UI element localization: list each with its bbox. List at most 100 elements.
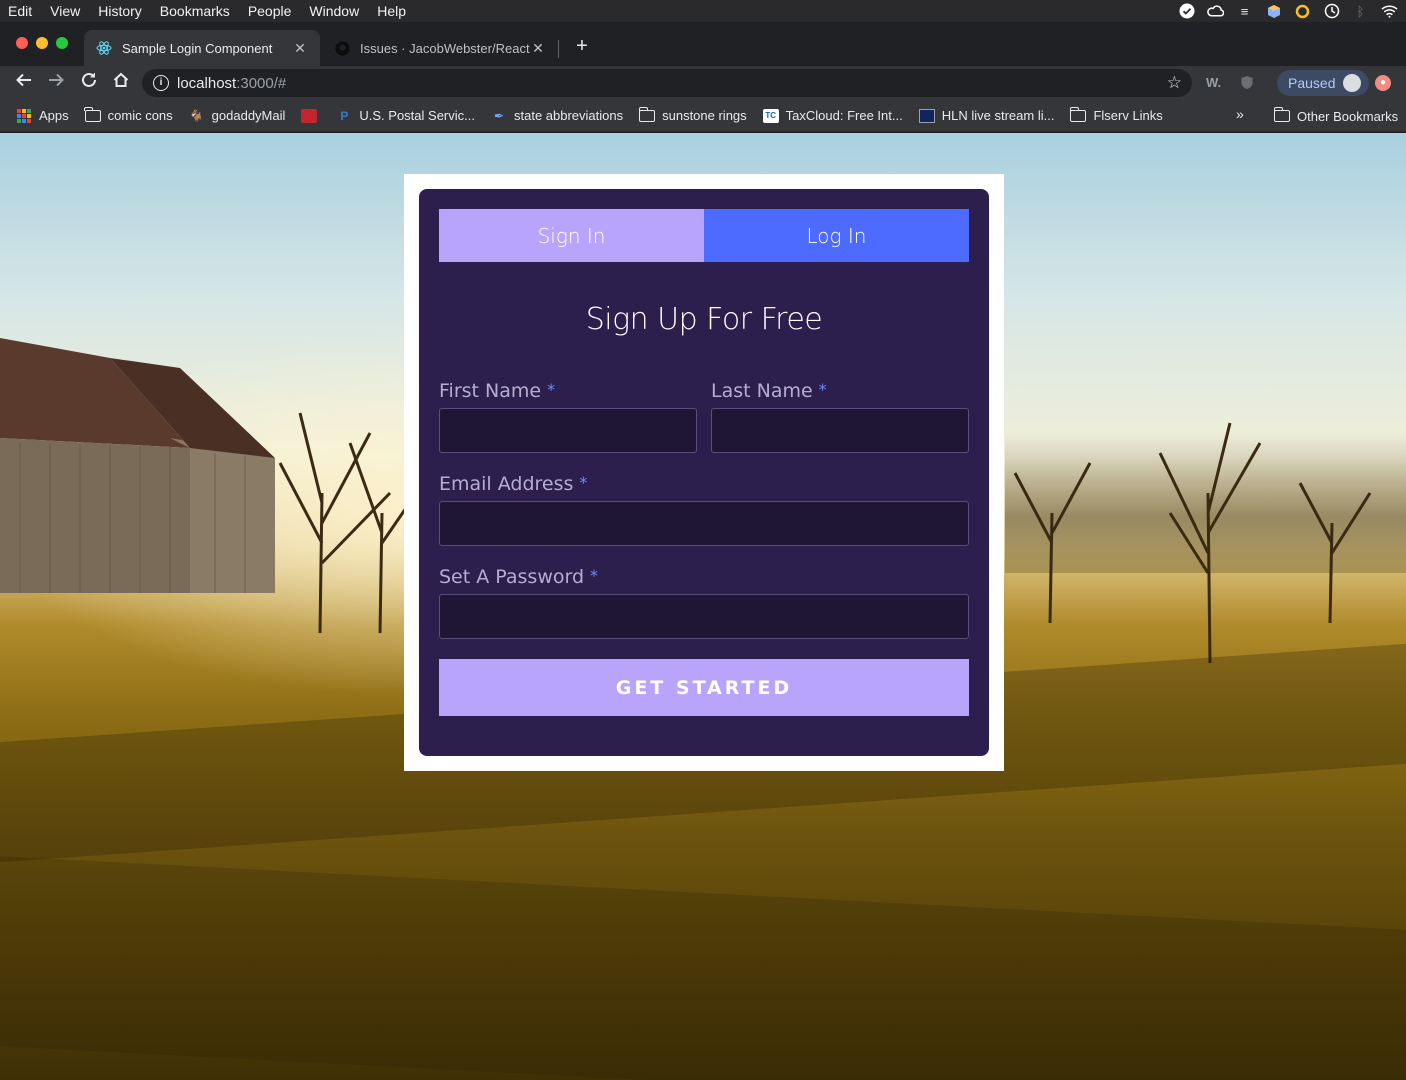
bookmark-label: HLN live stream li... — [941, 108, 1055, 123]
bookmark-taxcloud[interactable]: TC TaxCloud: Free Int... — [755, 102, 911, 130]
taxcloud-icon: TC — [762, 108, 779, 123]
home-icon[interactable] — [109, 71, 133, 95]
login-card-frame: Sign In Log In Sign Up For Free First Na… — [404, 174, 1004, 771]
password-label-text: Set A Password — [439, 566, 585, 588]
background-barn — [0, 338, 275, 593]
bookmark-hln-live-stream[interactable]: HLN live stream li... — [911, 102, 1063, 130]
box-icon[interactable] — [1265, 3, 1282, 20]
email-label-text: Email Address — [439, 473, 574, 495]
folder-icon — [1069, 106, 1087, 123]
background-shadow — [0, 856, 1406, 1080]
required-mark: * — [818, 380, 827, 399]
required-mark: * — [590, 566, 599, 585]
password-label: Set A Password * — [439, 566, 598, 588]
url-host: localhost — [177, 74, 237, 92]
github-icon — [334, 40, 350, 56]
wikiwand-extension-icon[interactable]: W. — [1206, 75, 1221, 90]
first-name-label-text: First Name — [439, 380, 542, 402]
bookmarks-bar: Apps comic cons 🐐 godaddyMail P U.S. Pos… — [0, 100, 1406, 132]
zoom-window-button[interactable] — [56, 37, 68, 49]
creative-cloud-icon[interactable] — [1207, 3, 1224, 20]
minimize-window-button[interactable] — [36, 37, 48, 49]
wifi-icon[interactable] — [1381, 3, 1398, 20]
password-input[interactable] — [439, 594, 969, 639]
get-started-button[interactable]: GET STARTED — [439, 659, 969, 716]
email-label: Email Address * — [439, 473, 587, 495]
menu-people[interactable]: People — [239, 0, 301, 22]
reload-icon[interactable] — [77, 71, 101, 95]
first-name-input[interactable] — [439, 408, 697, 453]
menu-bookmarks[interactable]: Bookmarks — [151, 0, 239, 22]
tab-log-in[interactable]: Log In — [704, 209, 969, 262]
browser-toolbar: i localhost:3000/# ☆ W. Paused ● — [0, 66, 1406, 100]
last-name-input[interactable] — [711, 408, 969, 453]
bookmark-usps[interactable] — [293, 102, 328, 130]
bookmark-other-bookmarks[interactable]: Other Bookmarks — [1266, 100, 1406, 132]
bookmarks-overflow-button[interactable]: » — [1236, 106, 1244, 122]
last-name-label-text: Last Name — [711, 380, 813, 402]
bookmark-label: Flserv Links — [1093, 108, 1163, 123]
checkmark-icon[interactable] — [1178, 3, 1195, 20]
menubar-tray: ≡ ᛒ — [1178, 0, 1398, 22]
background-trees-right — [1013, 422, 1372, 664]
paused-label: Paused — [1288, 75, 1336, 91]
folder-icon — [1273, 107, 1290, 123]
back-icon[interactable] — [12, 71, 36, 95]
page-viewport: Sign In Log In Sign Up For Free First Na… — [0, 133, 1406, 1080]
email-input[interactable] — [439, 501, 969, 546]
apps-grid-icon — [16, 108, 32, 123]
menu-window[interactable]: Window — [300, 0, 368, 22]
info-icon[interactable]: i — [153, 75, 169, 91]
folder-icon — [638, 106, 656, 123]
hln-icon — [918, 108, 935, 123]
close-window-button[interactable] — [16, 37, 28, 49]
form-title: Sign Up For Free — [585, 302, 823, 337]
bookmark-us-postal-service[interactable]: P U.S. Postal Servic... — [328, 102, 483, 130]
shield-extension-icon[interactable] — [1240, 75, 1254, 93]
avatar — [1343, 74, 1361, 92]
bookmark-state-abbreviations[interactable]: ✒ state abbreviations — [483, 102, 631, 130]
new-tab-button[interactable]: + — [572, 36, 592, 56]
bookmark-label: Other Bookmarks — [1297, 108, 1399, 124]
menu-view[interactable]: View — [41, 0, 89, 22]
stack-icon[interactable]: ≡ — [1236, 3, 1253, 20]
address-bar[interactable]: i localhost:3000/# ☆ — [142, 69, 1192, 97]
bookmark-folder-sunstone-rings[interactable]: sunstone rings — [631, 102, 755, 130]
bookmark-label: sunstone rings — [662, 108, 747, 123]
bookmark-apps[interactable]: Apps — [0, 102, 77, 130]
bookmark-folder-flserv-links[interactable]: Flserv Links — [1062, 102, 1170, 130]
macos-menubar: Edit View History Bookmarks People Windo… — [0, 0, 1406, 22]
first-name-label: First Name * — [439, 380, 555, 402]
bookmark-folder-comic-cons[interactable]: comic cons — [77, 102, 181, 130]
menu-history[interactable]: History — [89, 0, 151, 22]
bookmark-star-icon[interactable]: ☆ — [1167, 73, 1182, 93]
bookmark-label: Apps — [39, 108, 69, 123]
profile-paused-button[interactable]: Paused — [1277, 70, 1369, 96]
tab-title: Sample Login Component — [122, 40, 273, 56]
close-icon[interactable]: ✕ — [530, 40, 546, 57]
forward-icon[interactable] — [44, 71, 68, 95]
menu-edit[interactable]: Edit — [0, 0, 41, 22]
menu-help[interactable]: Help — [368, 0, 415, 22]
tab-github-issues[interactable]: Issues · JacobWebster/React-L ✕ — [322, 30, 558, 66]
feather-icon: ✒ — [493, 108, 505, 123]
bookmark-label: U.S. Postal Servic... — [359, 108, 475, 123]
required-mark: * — [579, 473, 588, 492]
time-machine-icon[interactable] — [1323, 3, 1340, 20]
usps-logo-icon — [301, 108, 318, 123]
tab-sign-in[interactable]: Sign In — [439, 209, 704, 262]
tab-title: Issues · JacobWebster/React-L — [360, 40, 530, 56]
godaddy-icon: 🐐 — [189, 108, 205, 123]
url-path: :3000/# — [236, 74, 287, 92]
close-icon[interactable]: ✕ — [292, 40, 308, 57]
bookmark-label: state abbreviations — [513, 108, 624, 123]
tab-divider — [558, 40, 559, 58]
tab-sample-login[interactable]: Sample Login Component ✕ — [84, 30, 320, 66]
sync-icon[interactable] — [1294, 3, 1311, 20]
last-name-label: Last Name * — [711, 380, 827, 402]
bookmark-godaddymail[interactable]: 🐐 godaddyMail — [181, 102, 294, 130]
bluetooth-icon[interactable]: ᛒ — [1352, 3, 1369, 20]
bookmark-label: TaxCloud: Free Int... — [785, 108, 903, 123]
update-icon[interactable]: ● — [1375, 75, 1391, 91]
bookmark-label: comic cons — [107, 108, 173, 123]
